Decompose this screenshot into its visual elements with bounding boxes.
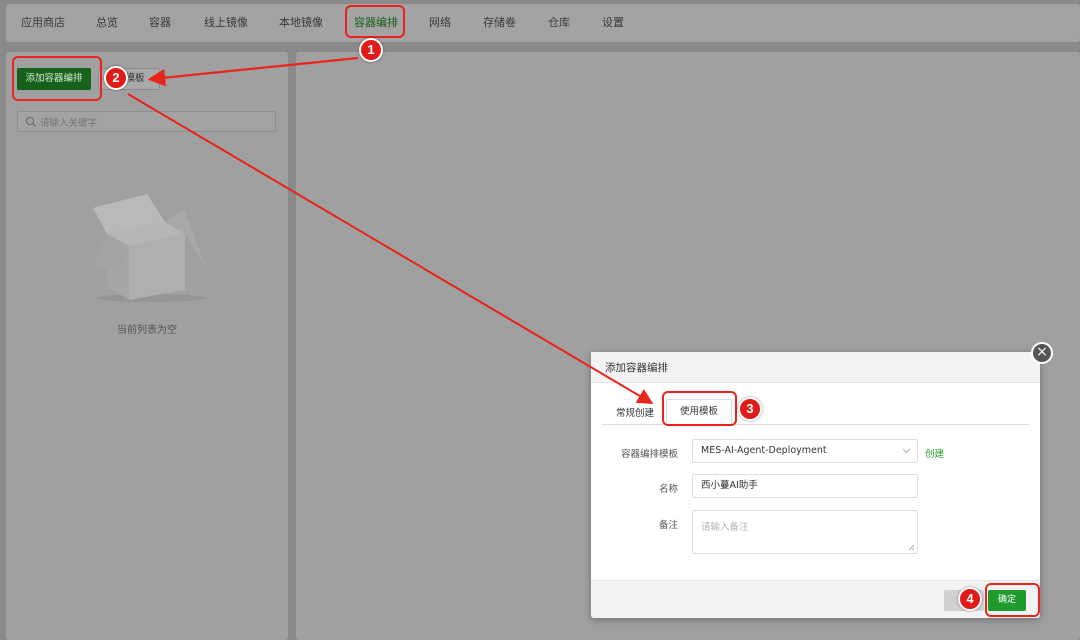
add-compose-button[interactable]: 添加容器编排: [17, 68, 91, 90]
empty-list-text: 当前列表为空: [117, 325, 177, 336]
chevron-down-icon: [902, 448, 911, 454]
tab-volumes[interactable]: 存储卷: [483, 4, 516, 42]
step-marker-2: 2: [104, 66, 128, 90]
remark-placeholder: 请输入备注: [701, 522, 749, 533]
tab-registry[interactable]: 仓库: [548, 4, 570, 42]
close-icon[interactable]: ×: [1031, 342, 1053, 364]
template-select-value: MES-AI-Agent-Deployment: [701, 445, 827, 456]
tab-overview[interactable]: 总览: [96, 4, 118, 42]
tab-local-images[interactable]: 本地镜像: [279, 4, 323, 42]
tab-divider: [602, 424, 1029, 425]
resize-handle-icon: [908, 544, 915, 551]
tab-network[interactable]: 网络: [429, 4, 451, 42]
empty-box-icon: [93, 194, 206, 302]
dialog-title: 添加容器编排: [591, 352, 1040, 383]
search-placeholder: 请输入关键字: [40, 118, 98, 129]
tab-compose[interactable]: 容器编排: [354, 4, 398, 42]
step-marker-1: 1: [359, 38, 383, 62]
template-select[interactable]: MES-AI-Agent-Deployment: [692, 439, 918, 463]
name-input[interactable]: 西小蔓AI助手: [692, 474, 918, 498]
step-marker-3: 3: [738, 397, 762, 421]
tab-use-template[interactable]: 使用模板: [666, 399, 732, 425]
compose-list-panel: [6, 52, 288, 640]
remark-label: 备注: [658, 520, 678, 531]
confirm-button[interactable]: 确定: [988, 590, 1026, 611]
step-marker-4: 4: [958, 587, 982, 611]
tab-online-images[interactable]: 线上镜像: [204, 4, 248, 42]
tab-regular-create[interactable]: 常规创建: [616, 405, 654, 419]
search-icon: [25, 116, 37, 128]
top-nav-bar: 应用商店 总览 容器 线上镜像 本地镜像 容器编排 网络 存储卷 仓库 设置: [6, 4, 1080, 42]
tab-settings[interactable]: 设置: [602, 4, 624, 42]
template-label: 容器编排模板: [620, 449, 678, 460]
create-template-link[interactable]: 创建: [925, 446, 944, 460]
remark-textarea[interactable]: 请输入备注: [692, 510, 918, 554]
tab-app-store[interactable]: 应用商店: [21, 4, 65, 42]
tab-containers[interactable]: 容器: [149, 4, 171, 42]
name-label: 名称: [658, 484, 678, 495]
search-input[interactable]: 请输入关键字: [17, 111, 276, 132]
